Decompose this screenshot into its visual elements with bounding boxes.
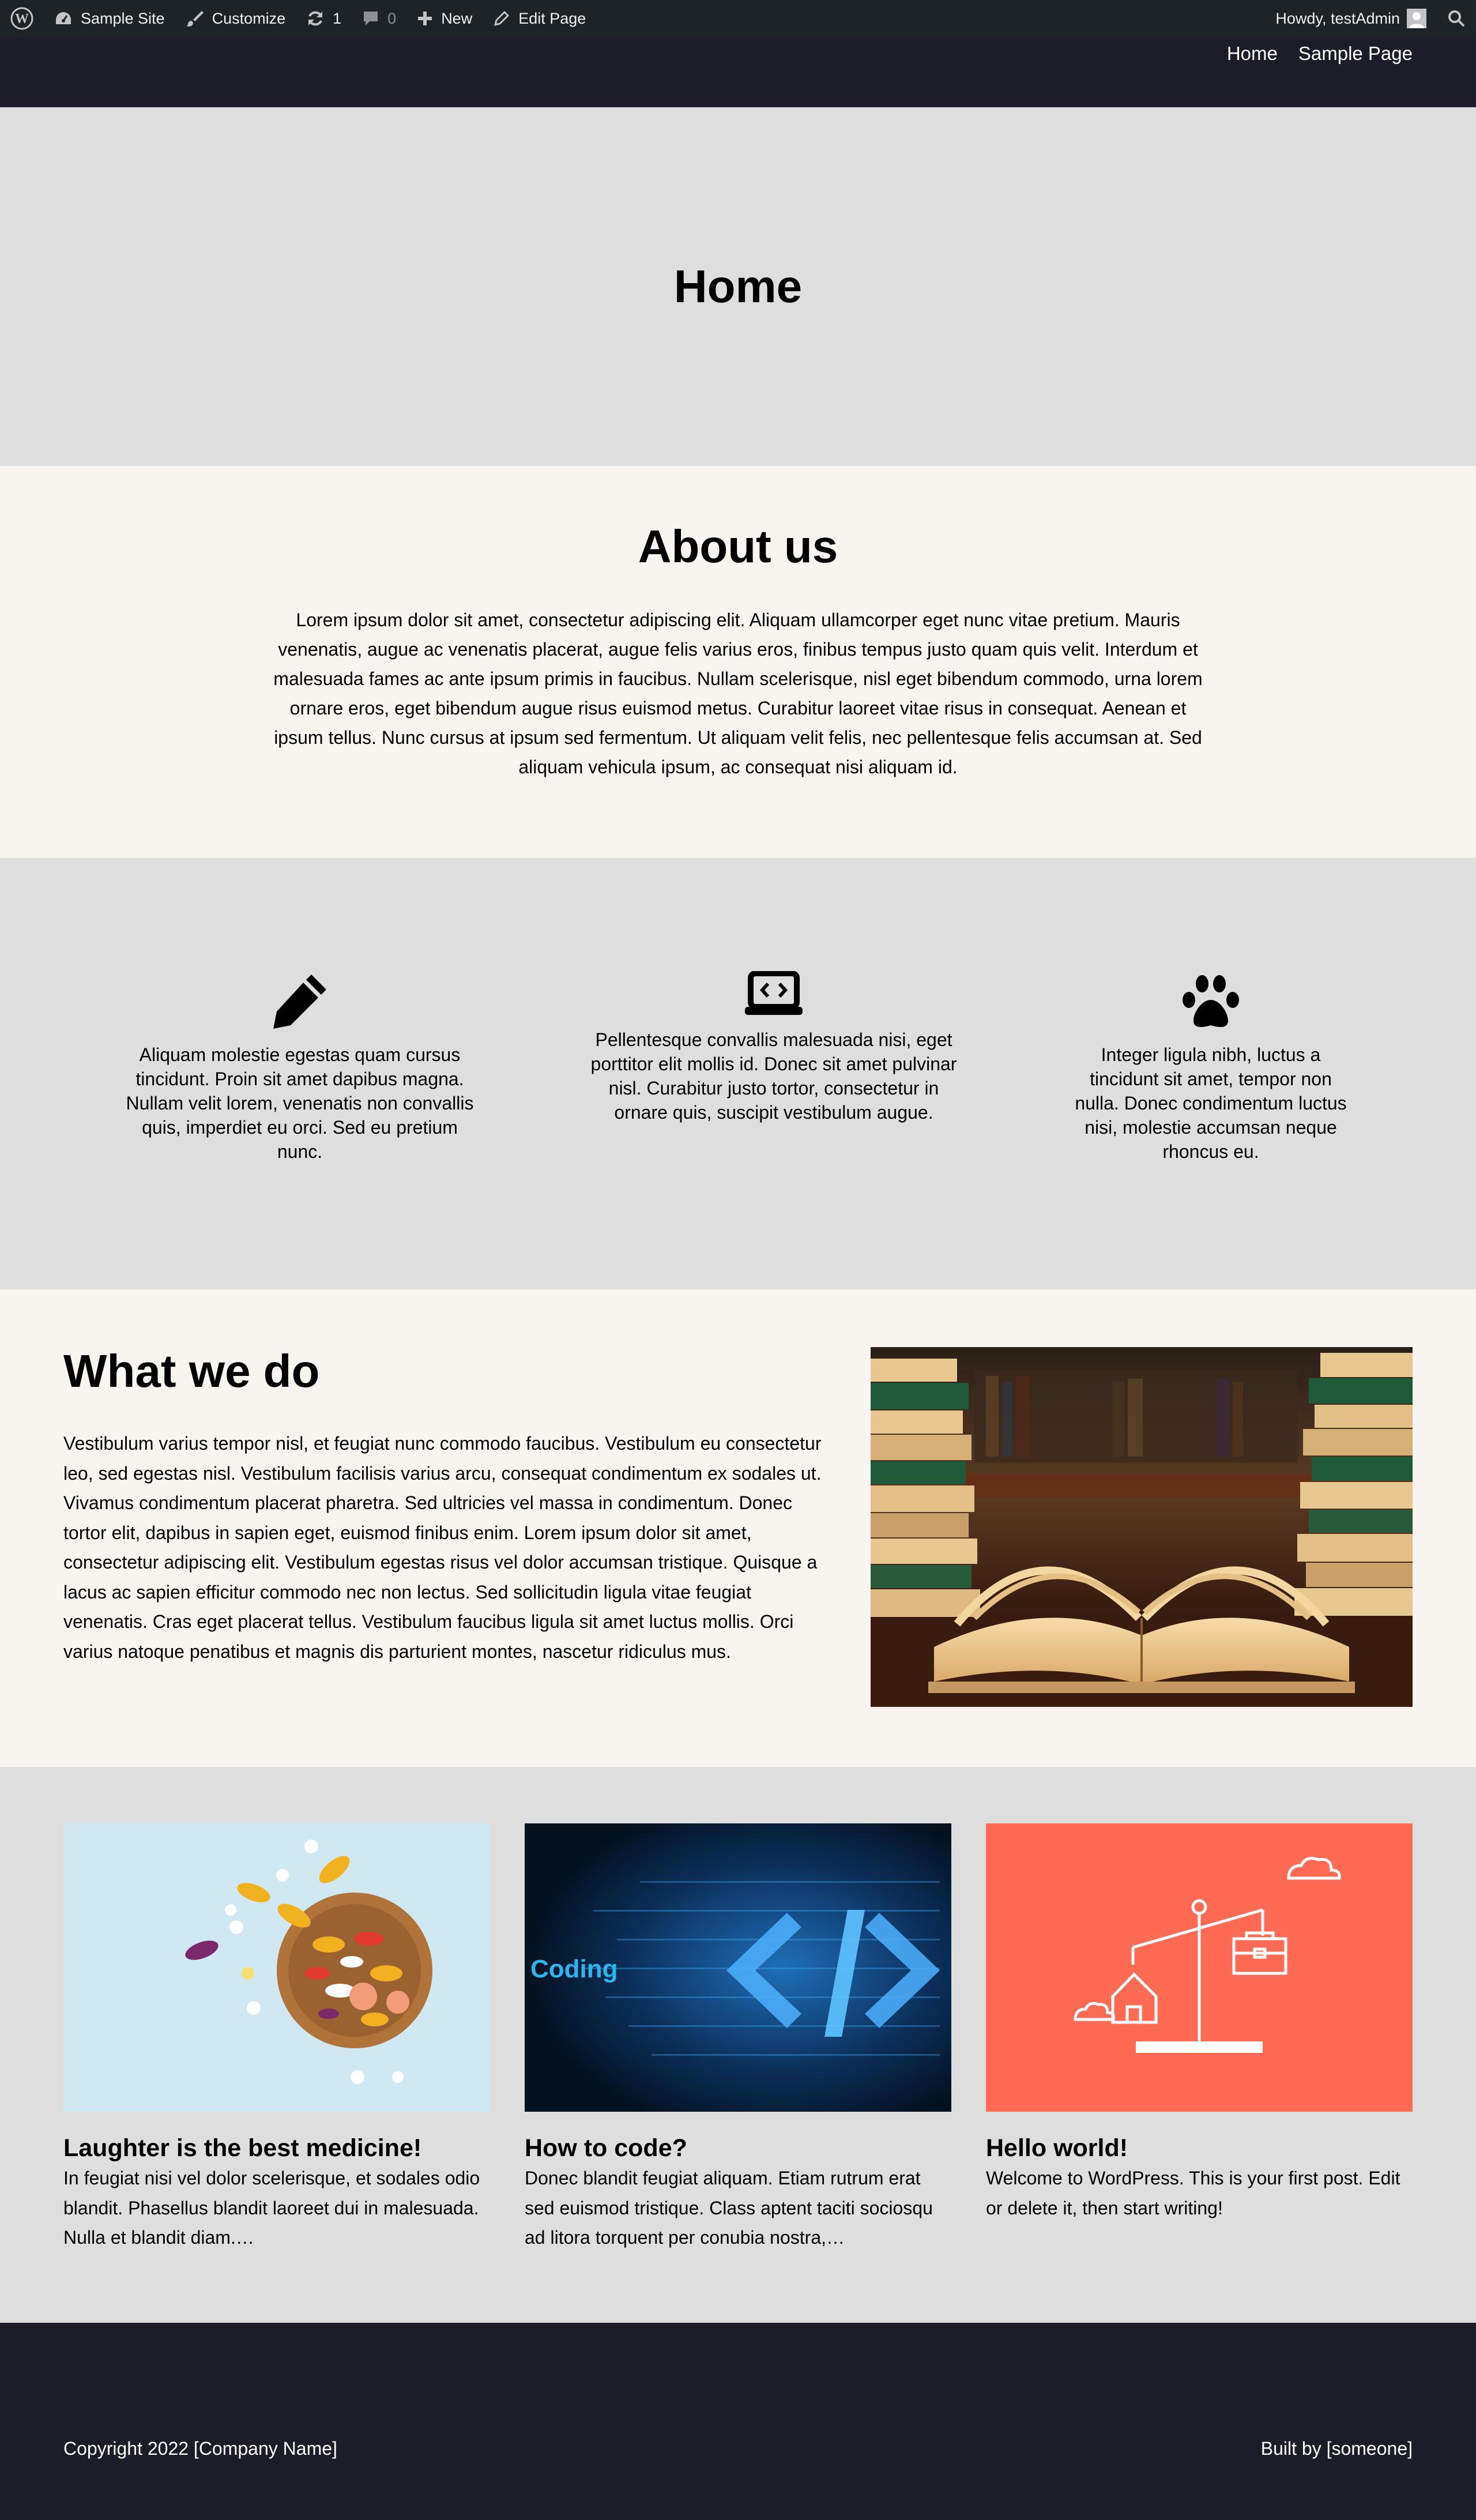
post-excerpt: Donec blandit feugiat aliquam. Etiam rut… <box>525 2168 933 2248</box>
customize-label: Customize <box>212 9 286 27</box>
comments-count: 0 <box>387 9 397 27</box>
post-card[interactable]: Coding How to code? Donec blandit feugia… <box>525 1823 951 2253</box>
footer-credit: Built by [someone] <box>1260 2438 1413 2459</box>
page-title: Home <box>673 261 803 312</box>
site-name-label: Sample Site <box>81 9 165 27</box>
site-header: Home Sample Page <box>0 37 1476 107</box>
feature-item: Aliquam molestie egestas quam cursus tin… <box>121 971 479 1164</box>
account-menu[interactable]: Howdy, testAdmin <box>1265 0 1437 37</box>
svg-text:W: W <box>15 12 29 27</box>
books-image <box>871 1347 1413 1707</box>
wordpress-logo-icon[interactable]: W <box>0 0 44 37</box>
feature-text: Pellentesque convallis malesuada nisi, e… <box>590 1029 957 1123</box>
features-section: Aliquam molestie egestas quam cursus tin… <box>0 858 1476 1289</box>
avatar <box>1407 9 1426 28</box>
paw-icon <box>1183 975 1239 1027</box>
admin-bar: W Sample Site Customize 1 0 New Edit Pag… <box>0 0 1476 37</box>
search-toggle[interactable] <box>1437 0 1476 37</box>
post-excerpt: Welcome to WordPress. This is your first… <box>986 2168 1400 2218</box>
feature-item: Pellentesque convallis malesuada nisi, e… <box>588 971 959 1124</box>
comments-link[interactable]: 0 <box>352 0 406 37</box>
what-we-do-text: Vestibulum varius tempor nisl, et feugia… <box>63 1433 822 1662</box>
nav-item-home[interactable]: Home <box>1227 43 1278 65</box>
dashboard-icon <box>56 12 71 24</box>
paintbrush-icon <box>186 11 204 27</box>
feature-text: Aliquam molestie egestas quam cursus tin… <box>126 1044 474 1162</box>
what-we-do-heading: What we do <box>63 1345 320 1397</box>
edit-page-label: Edit Page <box>518 9 586 27</box>
primary-navigation: Home Sample Page <box>1227 43 1413 65</box>
pencil-icon <box>273 975 326 1029</box>
site-name-menu[interactable]: Sample Site <box>44 0 175 37</box>
footer-copyright: Copyright 2022 [Company Name] <box>63 2438 337 2459</box>
new-label: New <box>441 9 473 27</box>
edit-pencil-icon <box>494 10 510 27</box>
nav-item-sample-page[interactable]: Sample Page <box>1298 43 1413 65</box>
about-text: Lorem ipsum dolor sit amet, consectetur … <box>273 610 1203 777</box>
coding-image-caption: Coding <box>530 1955 618 1983</box>
post-card[interactable]: Laughter is the best medicine! In feugia… <box>63 1823 490 2253</box>
customize-link[interactable]: Customize <box>175 0 296 37</box>
edit-page-link[interactable]: Edit Page <box>483 0 596 37</box>
posts-section: Laughter is the best medicine! In feugia… <box>0 1767 1476 2323</box>
updates-link[interactable]: 1 <box>296 0 352 37</box>
post-card[interactable]: Hello world! Welcome to WordPress. This … <box>986 1823 1413 2223</box>
post-title[interactable]: Hello world! <box>986 2134 1413 2162</box>
search-icon <box>1448 10 1465 27</box>
plus-icon <box>418 12 432 25</box>
post-thumbnail-coding[interactable]: Coding <box>525 1823 951 2112</box>
about-heading: About us <box>638 521 838 572</box>
feature-item: Integer ligula nibh, luctus a tincidunt … <box>1067 971 1355 1164</box>
hero-section: Home <box>0 107 1476 466</box>
about-section: About us Lorem ipsum dolor sit amet, con… <box>0 466 1476 858</box>
what-we-do-section: What we do Vestibulum varius tempor nisl… <box>0 1289 1476 1767</box>
post-excerpt: In feugiat nisi vel dolor scelerisque, e… <box>63 2168 480 2248</box>
new-content-menu[interactable]: New <box>406 0 483 37</box>
refresh-icon <box>308 11 323 26</box>
comment-icon <box>364 12 378 25</box>
post-thumbnail-pills[interactable] <box>63 1823 490 2112</box>
updates-count: 1 <box>333 9 342 27</box>
post-thumbnail-scales[interactable] <box>986 1823 1413 2112</box>
post-title[interactable]: How to code? <box>525 2134 951 2162</box>
laptop-code-icon <box>745 971 803 1015</box>
feature-text: Integer ligula nibh, luctus a tincidunt … <box>1075 1044 1347 1162</box>
greeting-label: Howdy, testAdmin <box>1275 9 1400 27</box>
post-title[interactable]: Laughter is the best medicine! <box>63 2134 490 2162</box>
site-footer: Copyright 2022 [Company Name] Built by [… <box>0 2323 1476 2520</box>
